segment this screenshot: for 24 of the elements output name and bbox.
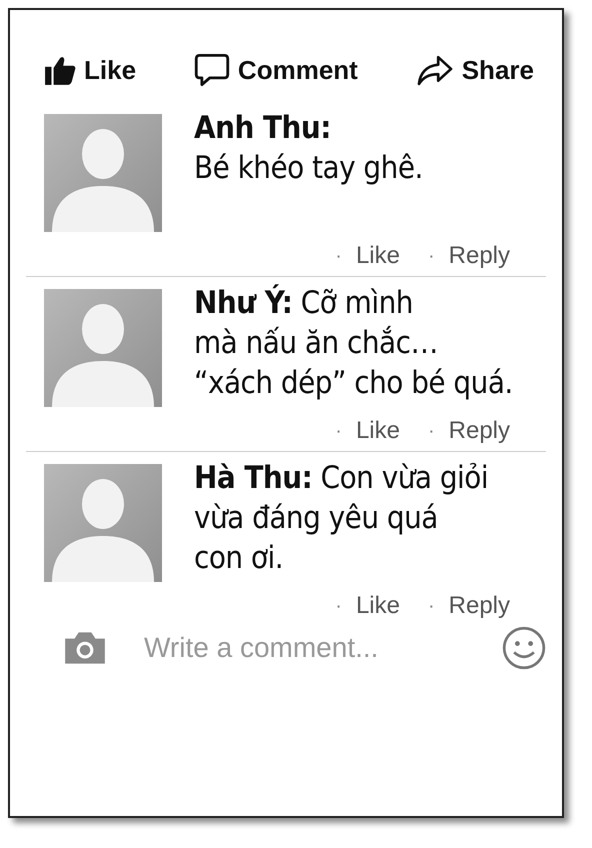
camera-icon[interactable]: [62, 630, 108, 666]
separator-dot: ·: [428, 594, 435, 618]
separator-dot: ·: [428, 244, 435, 268]
comment-link[interactable]: Like: [356, 592, 400, 620]
share-arrow-icon: [416, 54, 454, 86]
comment-link[interactable]: Reply: [448, 242, 510, 270]
share-button[interactable]: Share: [416, 54, 534, 86]
comment-link[interactable]: Reply: [448, 417, 510, 445]
comment-link[interactable]: Reply: [448, 592, 510, 620]
separator-dot: ·: [335, 420, 342, 442]
comment-text: Anh Thu: Bé khéo tay ghê.: [194, 109, 423, 188]
separator-dot: ·: [335, 594, 342, 618]
thumbs-up-icon: [44, 54, 76, 86]
comment-text: Hà Thu: Con vừa giỏi vừa đáng yêu quá con ơi.: [194, 459, 488, 578]
separator-dot: ·: [428, 420, 435, 442]
comment-link[interactable]: Like: [356, 417, 400, 445]
speech-bubble-icon: [194, 52, 230, 88]
smiley-icon[interactable]: [502, 626, 546, 670]
comment-link[interactable]: Like: [356, 242, 400, 270]
comment-button[interactable]: Comment: [194, 52, 358, 88]
comment-input[interactable]: Write a comment...: [144, 632, 466, 664]
comment-text: Như Ý: Cỡ mình mà nấu ăn chắc… “xách dép” cho bé quá.: [194, 283, 513, 403]
like-button[interactable]: Like: [44, 54, 136, 86]
separator-dot: ·: [335, 244, 342, 268]
